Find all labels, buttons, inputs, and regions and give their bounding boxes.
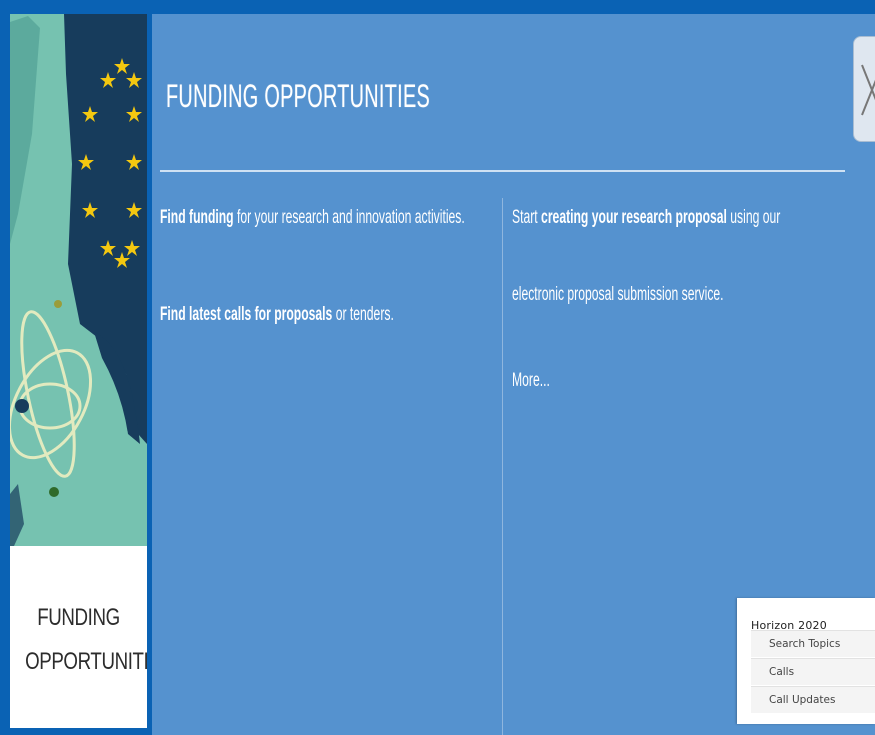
banner-title-line1: FUNDING: [37, 604, 120, 631]
eu-flag-globe-illustration: [10, 14, 147, 546]
find-funding-link[interactable]: Find funding: [160, 207, 234, 228]
title-divider: [160, 170, 845, 172]
creating-link[interactable]: creating: [541, 207, 588, 228]
find-prefix: Find: [160, 304, 190, 325]
menu-item-calls[interactable]: Calls: [751, 658, 875, 685]
latest-calls-link[interactable]: latest calls for proposals: [189, 304, 332, 325]
close-button[interactable]: [853, 36, 875, 142]
using-our-text: using our: [726, 207, 781, 228]
start-prefix: Start: [512, 207, 542, 228]
page: FUNDING OPPORTUNITIES FUNDING OPPORTUNIT…: [0, 0, 875, 735]
banner-illustration: [10, 14, 147, 546]
menu-item-search-topics[interactable]: Search Topics: [751, 630, 875, 657]
menu-item-call-updates[interactable]: Call Updates: [751, 686, 875, 713]
latest-calls-line: Find latest calls for proposals or tende…: [160, 304, 394, 326]
find-funding-line: Find funding for your research and innov…: [160, 207, 465, 229]
horizon-2020-menu: Horizon 2020 Search Topics Calls Call Up…: [737, 598, 875, 724]
submission-service-line: electronic proposal submission service.: [512, 284, 724, 305]
banner-title-line2: OPPORTUNITIES: [25, 648, 147, 675]
panel-title: FUNDING OPPORTUNITIES: [166, 78, 431, 114]
latest-calls-text: or tenders.: [332, 304, 394, 325]
banner-title: FUNDING OPPORTUNITIES: [25, 596, 147, 684]
close-icon: [861, 64, 875, 116]
research-proposal-link[interactable]: your research proposal: [588, 207, 727, 228]
more-link[interactable]: More...: [512, 370, 550, 392]
create-proposal-line: Start creating your research proposal us…: [512, 207, 780, 229]
find-funding-text: for your research and innovation activit…: [233, 207, 465, 228]
left-banner[interactable]: FUNDING OPPORTUNITIES: [10, 14, 147, 728]
column-divider: [502, 198, 503, 735]
